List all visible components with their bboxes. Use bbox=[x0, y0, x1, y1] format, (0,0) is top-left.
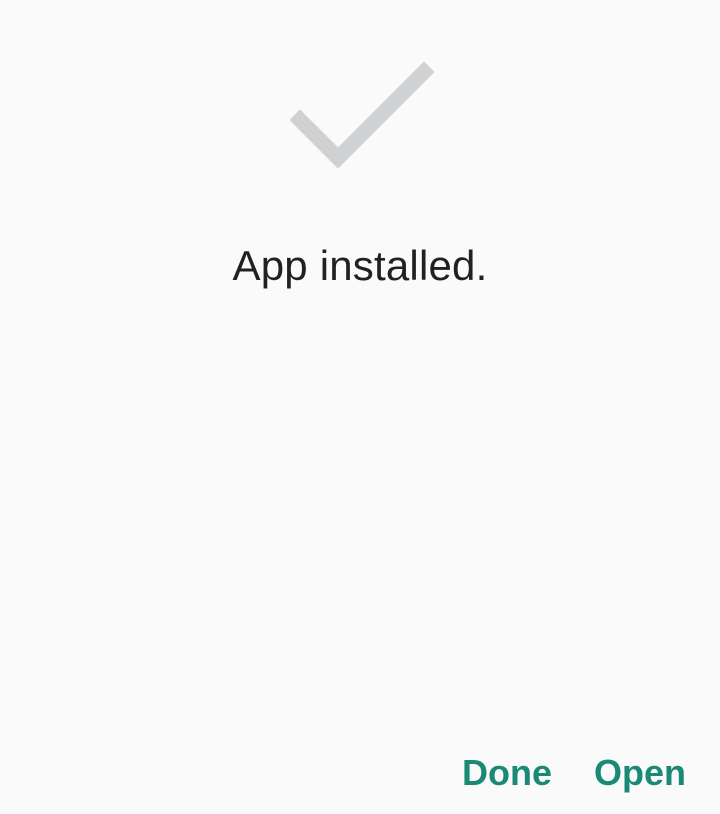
install-status-message: App installed. bbox=[232, 242, 488, 289]
dialog-actions: Done Open bbox=[462, 748, 686, 798]
open-button[interactable]: Open bbox=[594, 748, 686, 798]
done-button[interactable]: Done bbox=[462, 748, 552, 798]
checkmark-icon bbox=[290, 62, 435, 174]
